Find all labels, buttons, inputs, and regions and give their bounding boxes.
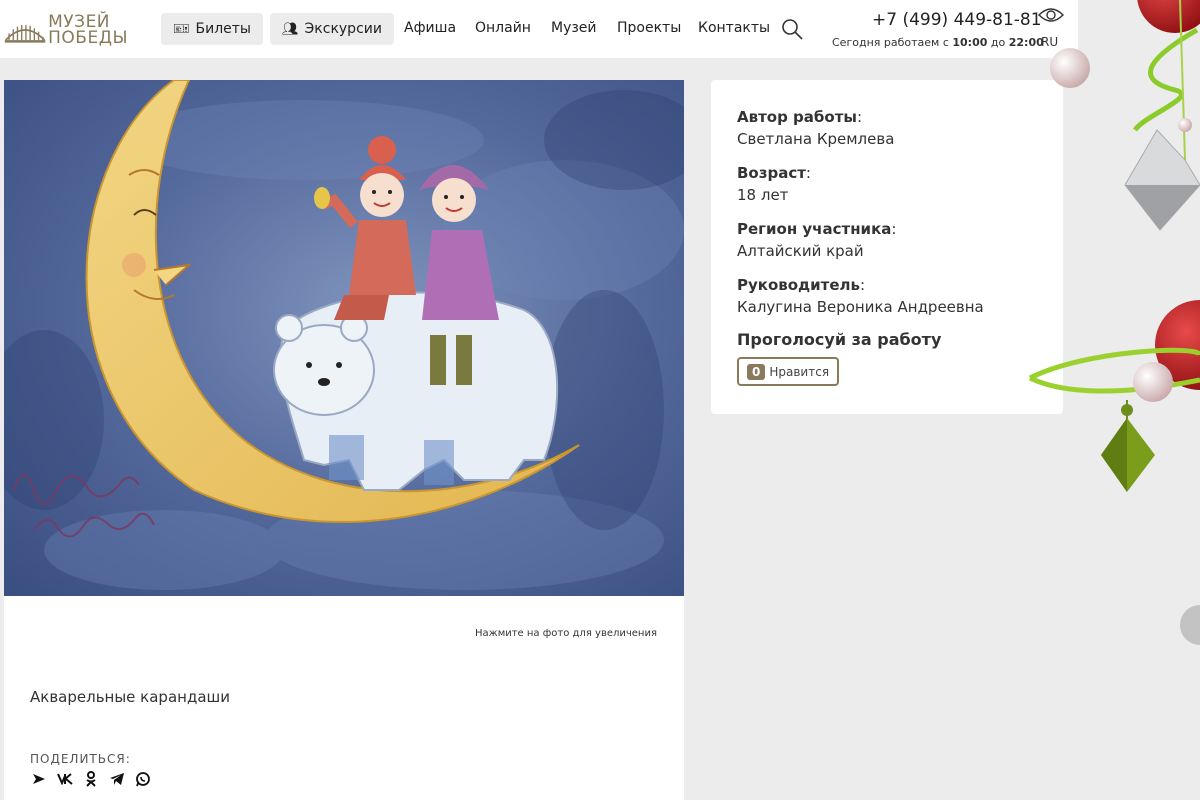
excursions-label: Экскурсии <box>304 21 382 37</box>
victory-museum-logo-icon <box>4 24 46 43</box>
christmas-decoration <box>1028 0 1200 645</box>
like-count: 0 <box>747 363 766 380</box>
hours-from: 10:00 <box>952 36 988 49</box>
hours-mid: до <box>990 36 1006 49</box>
artwork-image[interactable] <box>4 80 684 596</box>
age-label: Возраст: <box>737 164 811 182</box>
like-button[interactable]: 0 Нравится <box>737 357 840 386</box>
phone-number[interactable]: +7 (499) 449-81-81 <box>872 10 1042 30</box>
nav-online[interactable]: Онлайн <box>475 20 531 36</box>
logo-text: МУЗЕЙ ПОБЕДЫ <box>48 14 128 48</box>
artwork-info-card: Автор работы: Светлана Кремлева Возраст:… <box>711 80 1063 414</box>
region-label-text: Регион участника <box>737 220 892 238</box>
hours-prefix: Сегодня работаем с <box>832 36 949 49</box>
artwork-technique: Акварельные карандаши <box>30 688 230 706</box>
region-value: Алтайский край <box>737 242 864 260</box>
region-label: Регион участника: <box>737 220 897 238</box>
whatsapp-icon[interactable] <box>134 770 152 788</box>
author-label: Автор работы: <box>737 108 863 126</box>
author-value: Светлана Кремлева <box>737 130 895 148</box>
nav-afisha[interactable]: Афиша <box>404 20 456 36</box>
mentor-label: Руководитель: <box>737 276 866 294</box>
tickets-button[interactable]: 🎫︎ Билеты <box>161 13 263 45</box>
artwork-card: Нажмите на фото для увеличения Акварельн… <box>4 80 684 800</box>
ticket-icon: 🎫︎ <box>173 21 190 37</box>
site-header: МУЗЕЙ ПОБЕДЫ 🎫︎ Билеты 👥︎ Экскурсии Афиш… <box>0 0 1078 58</box>
mentor-label-text: Руководитель <box>737 276 861 294</box>
ok-icon[interactable] <box>82 770 100 788</box>
age-row: Возраст: 18 лет <box>737 162 1037 206</box>
like-label: Нравится <box>769 364 830 379</box>
vote-title: Проголосуй за работу <box>737 330 942 349</box>
museum-logo[interactable]: МУЗЕЙ ПОБЕДЫ <box>4 10 128 50</box>
nav-contacts[interactable]: Контакты <box>698 20 770 36</box>
mentor-value: Калугина Вероника Андреевна <box>737 298 984 316</box>
share-label: ПОДЕЛИТЬСЯ: <box>30 752 131 766</box>
age-value: 18 лет <box>737 186 789 204</box>
nav-museum[interactable]: Музей <box>551 20 597 36</box>
region-row: Регион участника: Алтайский край <box>737 218 1037 262</box>
age-label-text: Возраст <box>737 164 806 182</box>
group-icon: 👥︎ <box>282 21 299 37</box>
telegram-icon[interactable] <box>108 770 126 788</box>
search-icon[interactable] <box>780 17 804 41</box>
tickets-label: Билеты <box>195 21 251 37</box>
author-row: Автор работы: Светлана Кремлева <box>737 106 1037 150</box>
zoom-hint: Нажмите на фото для увеличения <box>475 628 657 639</box>
logo-line-2: ПОБЕДЫ <box>48 28 128 48</box>
nav-projects[interactable]: Проекты <box>617 20 681 36</box>
opening-hours: Сегодня работаем с 10:00 до 22:00 <box>832 36 1044 49</box>
arrow-icon[interactable] <box>30 770 48 788</box>
author-label-text: Автор работы <box>737 108 857 126</box>
vk-icon[interactable] <box>56 770 74 788</box>
share-icons <box>30 770 152 788</box>
excursions-button[interactable]: 👥︎ Экскурсии <box>270 13 394 45</box>
mentor-row: Руководитель: Калугина Вероника Андреевн… <box>737 274 1037 318</box>
